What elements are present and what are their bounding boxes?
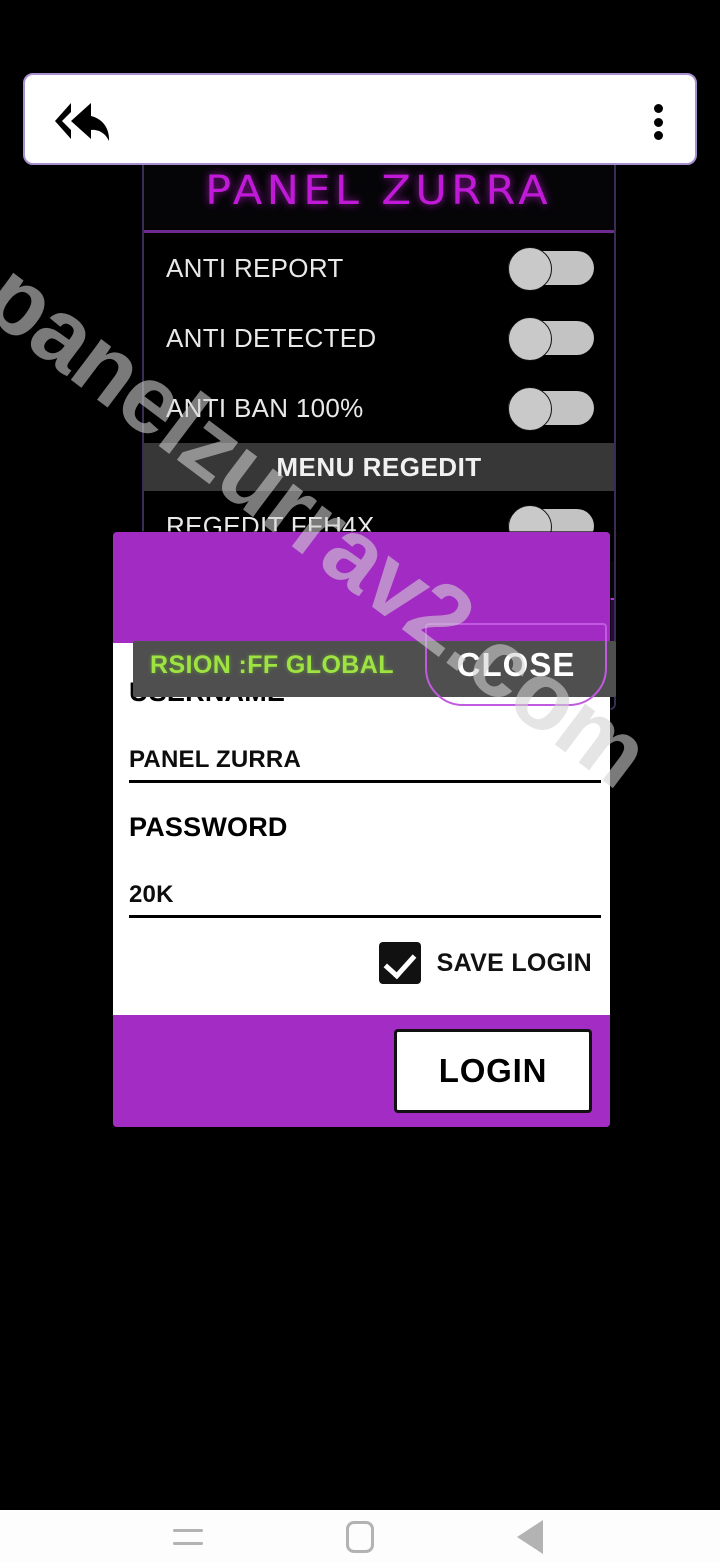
recents-line [173,1528,203,1532]
save-login-checkbox[interactable] [378,942,421,984]
close-button[interactable]: CLOSE [425,623,607,706]
save-login-row[interactable]: SAVE LOGIN [378,942,592,984]
recents-line [173,1541,203,1545]
toggle-anti-ban[interactable] [508,387,594,431]
mod-row-anti-ban[interactable]: ANTI BAN 100% [144,373,614,443]
toggle-thumb [508,317,552,361]
toggle-thumb [508,387,552,431]
login-button-label: LOGIN [438,1052,548,1089]
home-square-icon [346,1520,374,1553]
reply-all-arrow-icon[interactable] [43,97,117,145]
three-dot-menu-icon[interactable] [643,101,673,143]
menu-dot [653,117,663,127]
version-text: RSION :FF GLOBAL [150,651,394,679]
mod-panel-title: PANEL ZURRA [205,168,553,214]
password-input[interactable]: 20K [129,881,601,918]
password-field-block: PASSWORD 20K [129,812,601,918]
recents-lines-icon [173,1528,203,1545]
login-dialog: USERNAME PANEL ZURRA PASSWORD 20K SAVE L… [113,532,610,1127]
mod-section-header-regedit: MENU REGEDIT [144,443,614,491]
version-bar: RSION :FF GLOBAL CLOSE [133,623,616,706]
mod-row-label: ANTI BAN 100% [166,392,364,423]
nav-back-button[interactable] [490,1510,570,1563]
mod-row-label: ANTI DETECTED [166,322,377,353]
android-navigation-bar [0,1510,720,1563]
toggle-anti-detected[interactable] [508,317,594,361]
login-button[interactable]: LOGIN [394,1029,592,1113]
toggle-anti-report[interactable] [508,247,594,291]
login-dialog-footer: LOGIN [113,1015,610,1127]
nav-recents-button[interactable] [148,1510,228,1563]
mod-row-label: ANTI REPORT [166,252,344,283]
nav-home-button[interactable] [320,1510,400,1563]
username-input[interactable]: PANEL ZURRA [129,746,601,783]
back-triangle-icon [517,1519,543,1554]
toggle-thumb [508,247,552,291]
close-button-label: CLOSE [456,645,576,683]
password-label: PASSWORD [129,812,288,842]
menu-dot [653,104,663,113]
mod-row-anti-detected[interactable]: ANTI DETECTED [144,303,614,373]
top-toolbar [23,73,697,165]
menu-dot [653,131,663,140]
save-login-label: SAVE LOGIN [436,948,592,977]
mod-row-anti-report[interactable]: ANTI REPORT [144,233,614,303]
